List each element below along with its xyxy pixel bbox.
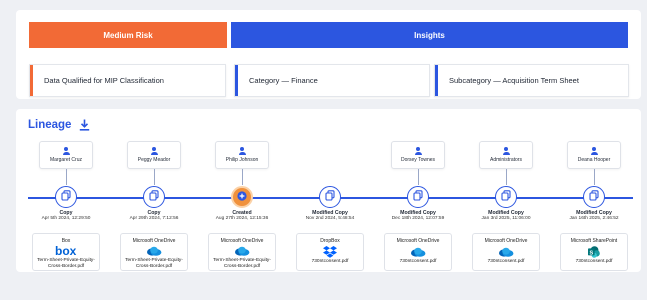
event-timestamp: Jan 16th 2025, 2:46:52	[569, 216, 619, 221]
event-node[interactable]	[407, 186, 429, 208]
user-connector	[418, 169, 419, 185]
user-card: Philip Johnson	[215, 141, 269, 169]
event-timestamp: Nov 2nd 2024, 5:48:54	[305, 216, 355, 221]
lineage-panel: Lineage Margaret Cruz Copy Apr 5th 2024, 1…	[16, 109, 641, 272]
svg-text:S: S	[590, 250, 594, 256]
insights-banner: Insights	[231, 22, 628, 48]
tag-category: Category — Finance	[234, 64, 430, 97]
risk-insights-panel: Medium Risk Insights Data Qualified for …	[16, 10, 641, 99]
file-name: Term-Sheet-Private-Equity-Cross-Border.p…	[213, 258, 271, 269]
tag-mip-classification: Data Qualified for MIP Classification	[29, 64, 226, 97]
copy-icon	[413, 188, 423, 206]
user-name: Philip Johnson	[225, 157, 259, 163]
download-icon[interactable]	[79, 119, 90, 131]
source-name: DropBox	[320, 238, 340, 244]
user-name: Deana Hooper	[577, 157, 611, 163]
user-icon	[502, 147, 510, 155]
event-node[interactable]	[231, 186, 253, 208]
lineage-title: Lineage	[28, 119, 72, 131]
event-timestamp: Aug 27th 2024, 12:15:36	[215, 216, 269, 221]
sharepoint-logo: S	[588, 245, 600, 258]
user-connector	[66, 169, 67, 185]
user-icon	[414, 147, 422, 155]
event-timestamp: Dec 18th 2024, 12:07:59	[391, 216, 445, 221]
dropbox-logo	[323, 245, 337, 258]
event-node[interactable]	[583, 186, 605, 208]
user-icon	[62, 147, 70, 155]
user-name: Dorsey Townes	[400, 157, 436, 163]
event-node[interactable]	[495, 186, 517, 208]
user-card: Peggy Meador	[127, 141, 181, 169]
onedrive-logo	[234, 245, 250, 257]
user-name: Administrators	[490, 157, 522, 163]
event-node[interactable]	[319, 186, 341, 208]
file-card[interactable]: Microsoft OneDrive Term-Sheet-Private-Equ…	[208, 233, 276, 271]
user-card: Margaret Cruz	[39, 141, 93, 169]
risk-level-banner: Medium Risk	[29, 22, 227, 48]
file-name: Term-Sheet-Private-Equity-Cross-Border.p…	[125, 258, 183, 269]
user-icon	[238, 147, 246, 155]
user-card: Dorsey Townes	[391, 141, 445, 169]
source-name: Microsoft SharePoint	[570, 238, 618, 244]
user-icon	[590, 147, 598, 155]
event-node[interactable]	[55, 186, 77, 208]
source-name: Microsoft OneDrive	[220, 238, 264, 244]
plus-icon	[237, 188, 247, 206]
copy-icon	[149, 188, 159, 206]
file-name: 730ntconsent.pdf	[399, 259, 437, 264]
event-timestamp: Apr 5th 2024, 12:29:50	[41, 216, 91, 221]
copy-icon	[589, 188, 599, 206]
source-name: Microsoft OneDrive	[132, 238, 176, 244]
copy-icon	[325, 188, 335, 206]
file-name: Term-Sheet-Private-Equity-Cross-Border.p…	[37, 258, 95, 269]
box-logo: box	[55, 245, 77, 257]
svg-text:box: box	[55, 245, 77, 257]
user-icon	[150, 147, 158, 155]
onedrive-logo	[498, 245, 514, 258]
tag-subcategory: Subcategory — Acquisition Term Sheet	[434, 64, 629, 97]
file-card[interactable]: DropBox 730ntconsent.pdf	[296, 233, 364, 271]
file-name: 730ntconsent.pdf	[311, 259, 349, 264]
file-name: 730ntconsent.pdf	[487, 259, 525, 264]
user-card: Deana Hooper	[567, 141, 621, 169]
event-timestamp: Apr 29th 2024, 7:12:56	[129, 216, 179, 221]
user-name: Peggy Meador	[137, 157, 171, 163]
user-connector	[154, 169, 155, 185]
file-card[interactable]: Box box Term-Sheet-Private-Equity-Cross-Bo…	[32, 233, 100, 271]
copy-icon	[501, 188, 511, 206]
lineage-header: Lineage	[28, 119, 90, 131]
user-connector	[506, 169, 507, 185]
onedrive-logo	[410, 245, 426, 258]
user-name: Margaret Cruz	[50, 157, 82, 163]
event-timestamp: Jan 3rd 2025, 11:06:00	[481, 216, 531, 221]
user-connector	[242, 169, 243, 185]
source-name: Microsoft OneDrive	[484, 238, 528, 244]
source-name: Box	[61, 238, 71, 244]
file-card[interactable]: Microsoft OneDrive 730ntconsent.pdf	[384, 233, 452, 271]
file-name: 730ntconsent.pdf	[575, 259, 613, 264]
source-name: Microsoft OneDrive	[396, 238, 440, 244]
user-card: Administrators	[479, 141, 533, 169]
copy-icon	[61, 188, 71, 206]
file-card[interactable]: Microsoft OneDrive 730ntconsent.pdf	[472, 233, 540, 271]
onedrive-logo	[146, 245, 162, 257]
event-node[interactable]	[143, 186, 165, 208]
user-connector	[594, 169, 595, 185]
file-card[interactable]: Microsoft OneDrive Term-Sheet-Private-Equ…	[120, 233, 188, 271]
file-card[interactable]: Microsoft SharePoint S 730ntconsent.pdf	[560, 233, 628, 271]
